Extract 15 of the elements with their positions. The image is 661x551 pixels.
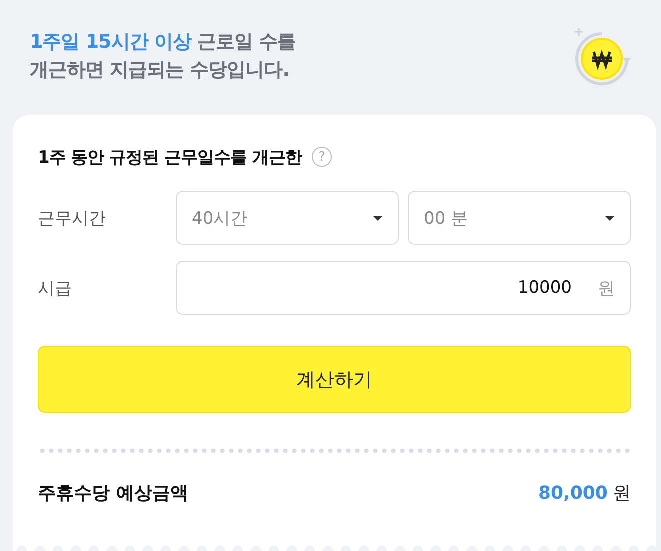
unit-label: 원 <box>598 278 615 300</box>
input-field[interactable]: 10000 원 <box>176 261 631 315</box>
caret-icon <box>605 216 615 220</box>
field-label: 시급 <box>38 278 73 300</box>
intro-text: 1주일 15시간 이상 근로일 수를 개근하면 지급되는 수당입니다. <box>30 30 296 83</box>
result-label: 주휴수당 예상금액 <box>38 482 188 505</box>
calculate-button[interactable]: 계산하기 <box>38 346 631 413</box>
result-amount: 80,000 <box>538 483 608 504</box>
section-title: 1주 동안 규정된 근무일수를 개근한 <box>38 146 302 168</box>
caret-icon <box>373 216 383 220</box>
dropdown[interactable]: 40시간 <box>176 191 399 245</box>
dropdown[interactable]: 00 분 <box>408 191 631 245</box>
result-unit: 원 <box>613 483 631 504</box>
field-label: 근무시간 <box>38 208 107 230</box>
help-button[interactable]: ? <box>312 147 332 167</box>
